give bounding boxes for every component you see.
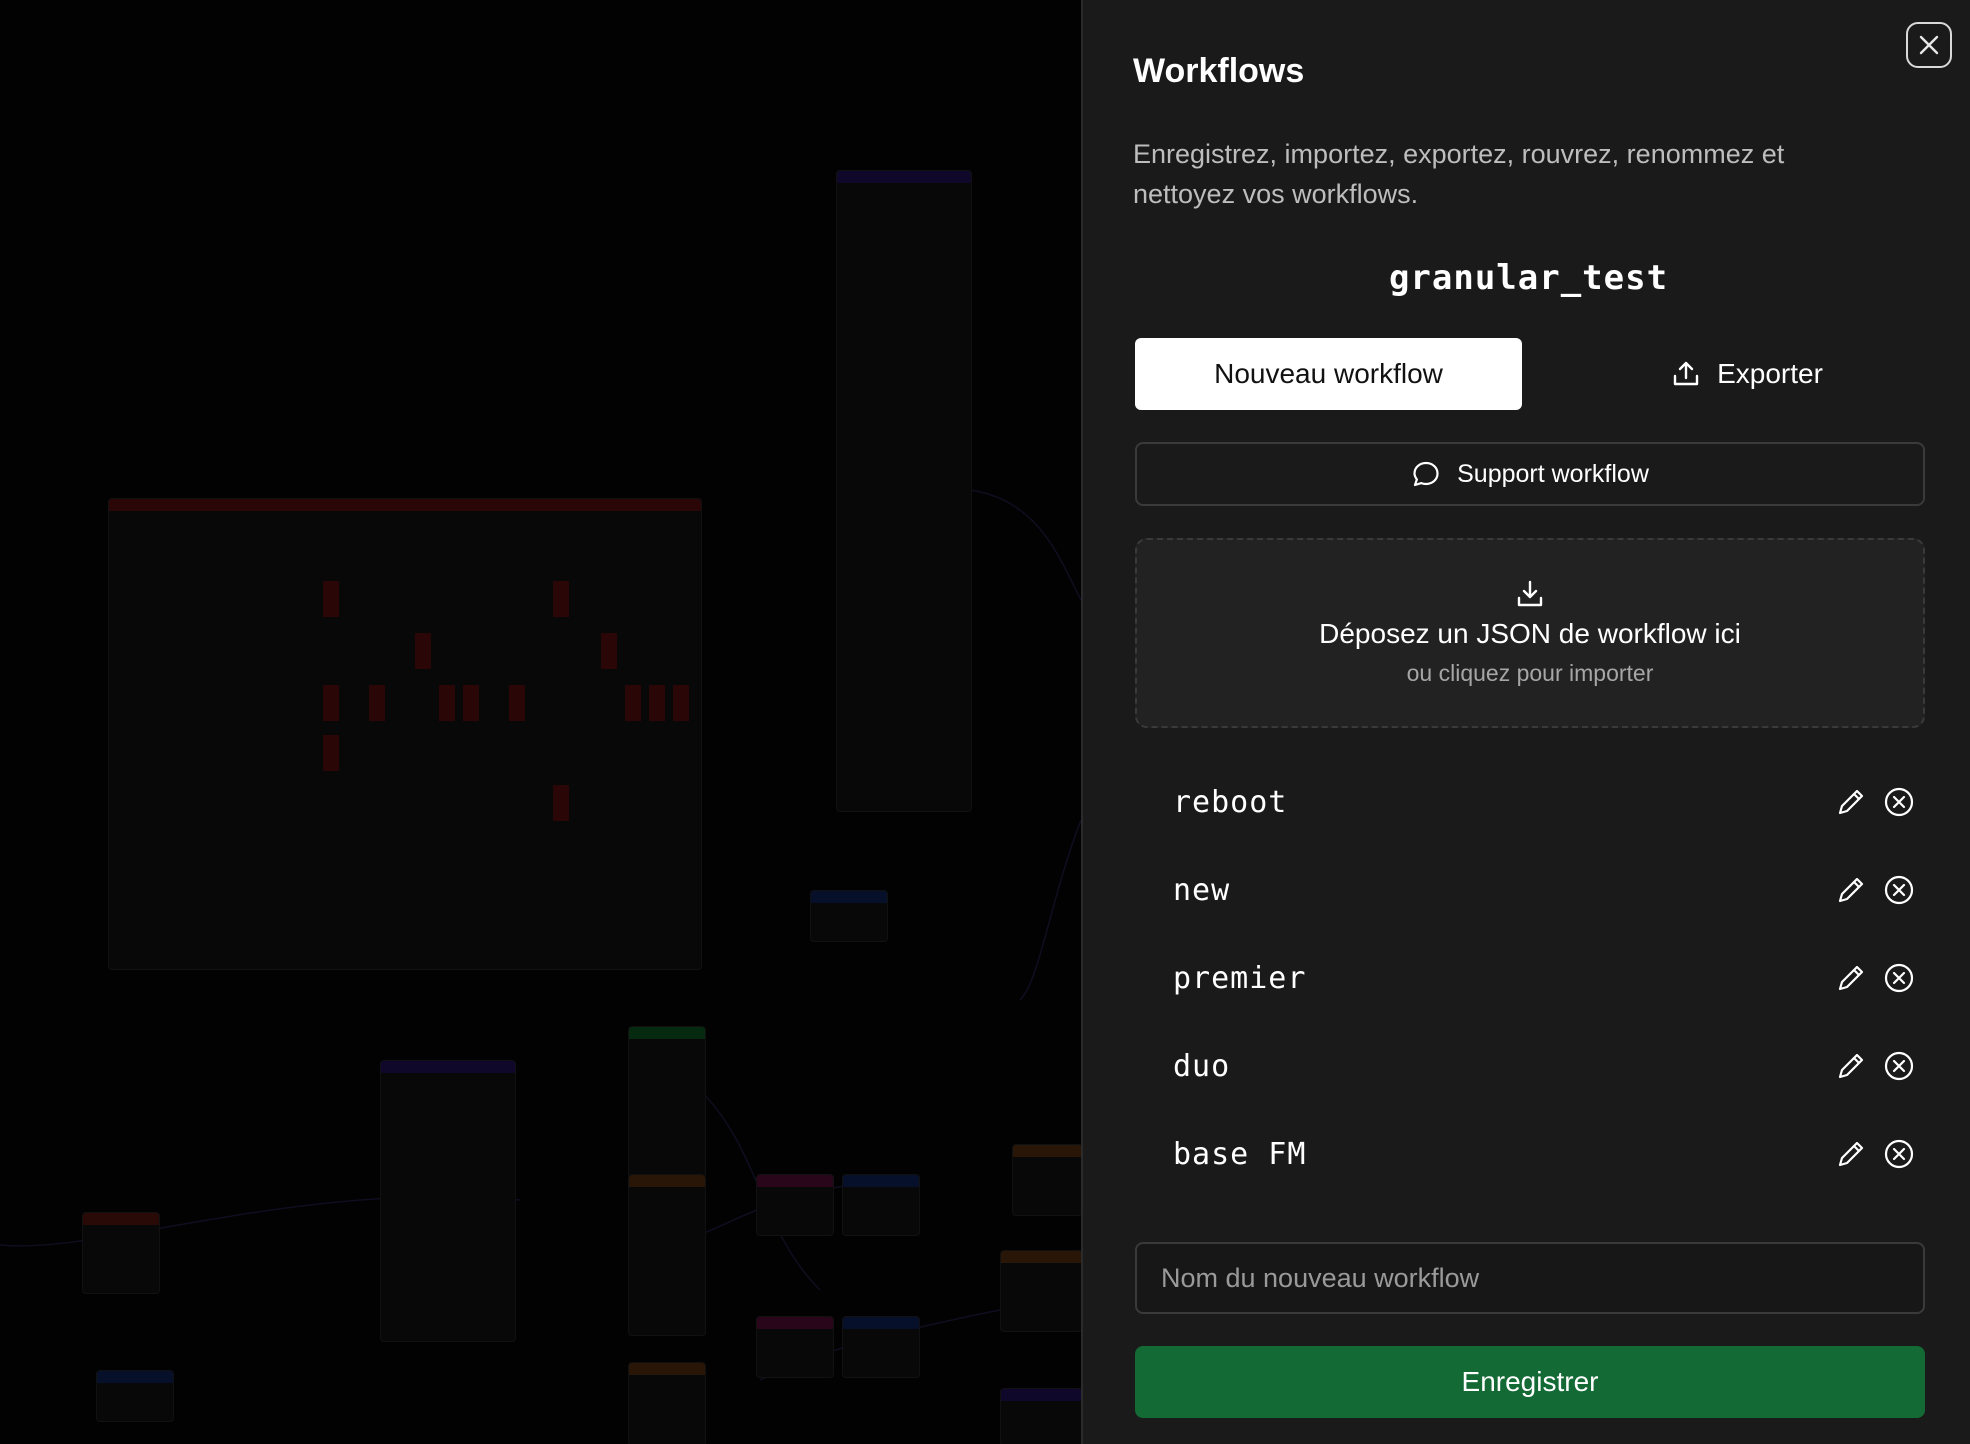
circle-x-icon: [1884, 1139, 1914, 1169]
gain-node-b: [842, 1316, 920, 1378]
circle-x-icon: [1884, 963, 1914, 993]
lfo-node-bottom: [380, 1060, 516, 1342]
workflow-name: reboot: [1173, 784, 1288, 820]
osc-node-a: [756, 1174, 834, 1236]
support-workflow-label: Support workflow: [1457, 459, 1649, 488]
workflow-name: new: [1173, 872, 1231, 908]
workflows-panel: Workflows Enregistrez, importez, exporte…: [1081, 0, 1970, 1444]
osc-node-b: [756, 1316, 834, 1378]
workflow-item[interactable]: duo: [1135, 1022, 1925, 1110]
workflow-list: reboot new premier duo base FM: [1135, 758, 1925, 1198]
rename-workflow-button[interactable]: [1831, 1046, 1871, 1086]
json-dropzone[interactable]: Déposez un JSON de workflow ici ou cliqu…: [1135, 538, 1925, 728]
close-button[interactable]: [1906, 22, 1952, 68]
workflow-name: base FM: [1173, 1136, 1307, 1172]
gain-node-a: [842, 1174, 920, 1236]
dropzone-main-text: Déposez un JSON de workflow ici: [1319, 618, 1741, 649]
export-button[interactable]: Exporter: [1553, 338, 1941, 410]
upload-icon: [1673, 361, 1699, 386]
gain-node-d: [96, 1370, 174, 1422]
save-label: Enregistrer: [1461, 1366, 1599, 1397]
compressor-node: [1000, 1388, 1081, 1444]
pencil-icon: [1838, 965, 1864, 991]
pencil-icon: [1838, 789, 1864, 815]
pencil-icon: [1838, 1053, 1864, 1079]
delete-workflow-button[interactable]: [1879, 958, 1919, 998]
delete-workflow-button[interactable]: [1879, 1046, 1919, 1086]
delete-workflow-button[interactable]: [1879, 1134, 1919, 1174]
current-workflow-name: granular_test: [1388, 258, 1669, 298]
env-node: [628, 1026, 706, 1178]
new-workflow-label: Nouveau workflow: [1214, 358, 1443, 389]
support-workflow-button[interactable]: Support workflow: [1135, 442, 1925, 506]
delete-workflow-button[interactable]: [1879, 870, 1919, 910]
pencil-icon: [1838, 877, 1864, 903]
lfo-node-top: [836, 170, 972, 812]
circle-x-icon: [1884, 787, 1914, 817]
delete-workflow-button[interactable]: [1879, 782, 1919, 822]
panel-title: Workflows: [1133, 52, 1305, 90]
workflow-item[interactable]: premier: [1135, 934, 1925, 1022]
download-icon: [1517, 580, 1543, 607]
rename-workflow-button[interactable]: [1831, 870, 1871, 910]
close-icon: [1919, 35, 1939, 55]
circle-x-icon: [1884, 875, 1914, 905]
circle-x-icon: [1884, 1051, 1914, 1081]
rename-workflow-button[interactable]: [1831, 1134, 1871, 1174]
filter-node-a: [628, 1174, 706, 1336]
drum-machine-node: [108, 498, 702, 970]
workflow-name: premier: [1173, 960, 1307, 996]
workflow-name: duo: [1173, 1048, 1231, 1084]
workflow-item[interactable]: new: [1135, 846, 1925, 934]
new-workflow-button[interactable]: Nouveau workflow: [1135, 338, 1522, 410]
workflow-item[interactable]: reboot: [1135, 758, 1925, 846]
rename-workflow-button[interactable]: [1831, 958, 1871, 998]
filter-node-b: [628, 1362, 706, 1444]
workflow-item[interactable]: base FM: [1135, 1110, 1925, 1198]
panel-description: Enregistrez, importez, exportez, rouvrez…: [1133, 139, 1785, 209]
save-button[interactable]: Enregistrer: [1135, 1346, 1925, 1418]
dropzone-sub-text: ou cliquez pour importer: [1406, 660, 1654, 686]
filter-node-c: [1012, 1144, 1081, 1216]
chat-bubble-icon: [1413, 461, 1439, 487]
node-canvas-background: [0, 0, 1081, 1444]
filter-node-e: [82, 1212, 160, 1294]
new-workflow-name-input[interactable]: [1135, 1242, 1925, 1314]
pencil-icon: [1838, 1141, 1864, 1167]
filter-node-d: [1000, 1250, 1081, 1332]
rename-workflow-button[interactable]: [1831, 782, 1871, 822]
export-label: Exporter: [1717, 358, 1823, 389]
gain-node-c: [810, 890, 888, 942]
